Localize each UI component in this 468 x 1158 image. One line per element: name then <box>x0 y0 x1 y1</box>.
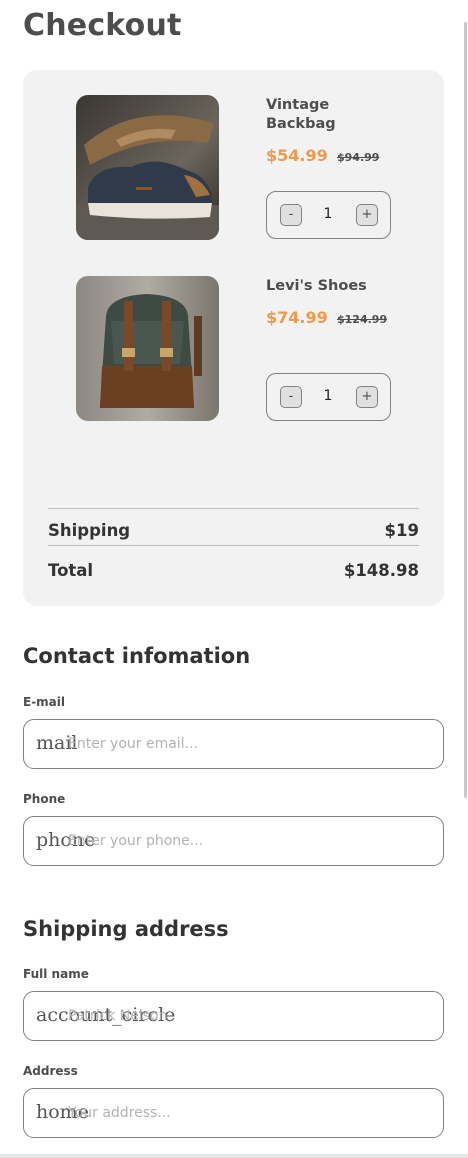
quantity-stepper: - 1 + <box>266 191 391 239</box>
quantity-stepper: - 1 + <box>266 373 391 421</box>
cart-item: Vintage Backbag $54.99 $94.99 - 1 + <box>23 95 444 245</box>
contact-heading: Contact infomation <box>23 644 251 668</box>
shipping-heading: Shipping address <box>23 917 229 941</box>
total-label: Total <box>48 561 94 580</box>
shipping-label: Shipping <box>48 521 131 540</box>
horizontal-scrollbar[interactable] <box>0 1154 468 1158</box>
phone-label: Phone <box>23 792 66 806</box>
product-price: $74.99 <box>266 308 328 327</box>
product-name[interactable]: Vintage Backbag <box>266 96 386 134</box>
product-old-price: $94.99 <box>337 151 380 164</box>
full-name-field: account_circle <box>23 991 444 1041</box>
cart-item: Levi's Shoes $74.99 $124.99 - 1 + <box>23 276 444 426</box>
backpack-image <box>76 276 219 421</box>
decrease-quantity-button[interactable]: - <box>280 204 302 226</box>
shipping-value: $19 <box>384 521 419 540</box>
increase-quantity-button[interactable]: + <box>356 204 378 226</box>
scrollbar[interactable] <box>464 22 467 798</box>
sneaker-photo <box>76 95 219 240</box>
product-old-price: $124.99 <box>337 313 388 326</box>
divider <box>48 545 419 546</box>
decrease-quantity-button[interactable]: - <box>280 386 302 408</box>
phone-input[interactable] <box>68 817 428 865</box>
checkout-page: Checkout Vintage Backbag $54.99 $94.99 -… <box>0 0 468 1158</box>
full-name-input[interactable] <box>68 992 428 1040</box>
page-title: Checkout <box>23 8 182 43</box>
quantity-value: 1 <box>323 206 333 222</box>
product-name[interactable]: Levi's Shoes <box>266 277 386 296</box>
backpack-photo <box>76 276 219 421</box>
quantity-value: 1 <box>323 388 333 404</box>
address-field: home <box>23 1088 444 1138</box>
email-field: mail <box>23 719 444 769</box>
total-value: $148.98 <box>343 561 419 580</box>
email-label: E-mail <box>23 695 66 709</box>
email-input[interactable] <box>68 720 428 768</box>
divider <box>48 508 419 509</box>
increase-quantity-button[interactable]: + <box>356 386 378 408</box>
product-price: $54.99 <box>266 146 328 165</box>
address-input[interactable] <box>68 1089 428 1137</box>
cart-summary: Vintage Backbag $54.99 $94.99 - 1 + Levi… <box>23 70 444 606</box>
phone-field: phone <box>23 816 444 866</box>
sneaker-image <box>76 95 219 240</box>
full-name-label: Full name <box>23 967 89 981</box>
address-label: Address <box>23 1064 78 1078</box>
